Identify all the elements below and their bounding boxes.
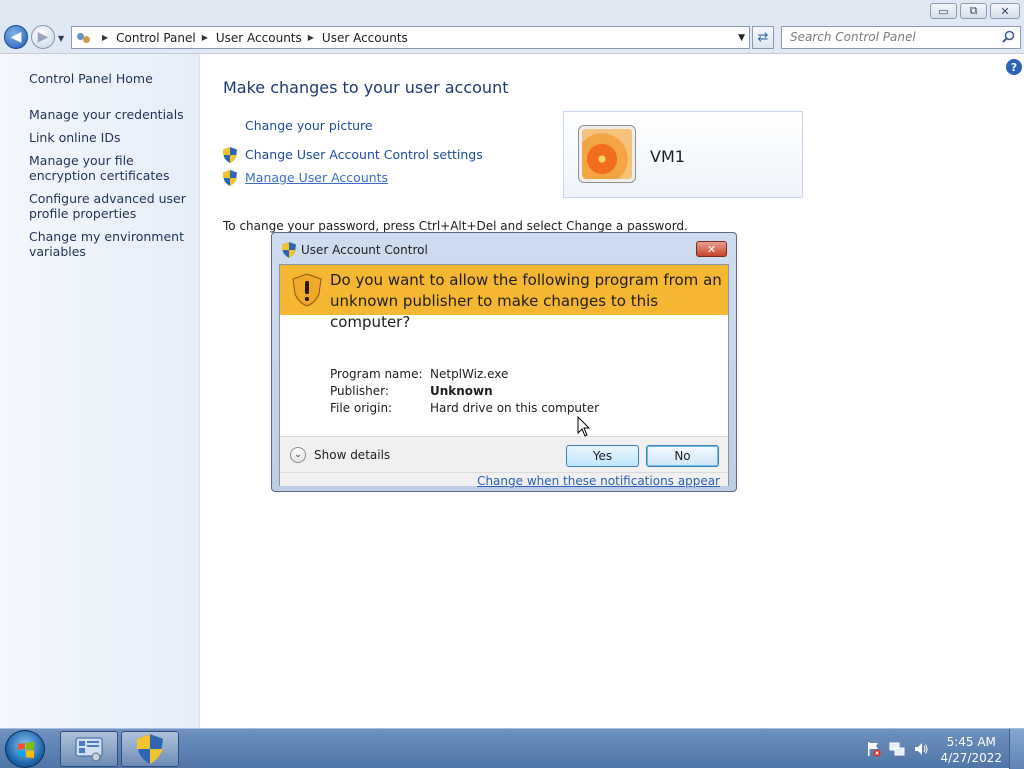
uac-shield-icon xyxy=(223,170,237,186)
back-button[interactable]: ◀ xyxy=(4,25,28,49)
refresh-button[interactable]: ⇄ xyxy=(752,26,774,49)
sidebar-item-advanced-profile-properties[interactable]: Configure advanced user profile properti… xyxy=(29,191,194,221)
detail-value: Hard drive on this computer xyxy=(430,401,600,415)
start-button[interactable] xyxy=(5,730,45,768)
detail-row: File origin: Hard drive on this computer xyxy=(330,401,599,418)
volume-icon[interactable] xyxy=(913,741,929,757)
yes-button[interactable]: Yes xyxy=(566,445,639,467)
minimize-button[interactable]: ▭ xyxy=(930,3,957,19)
detail-key: Publisher: xyxy=(330,384,389,398)
sidebar-item-manage-credentials[interactable]: Manage your credentials xyxy=(29,107,194,122)
taskbar: 5:45 AM 4/27/2022 xyxy=(0,728,1024,769)
detail-value: Unknown xyxy=(430,384,493,398)
uac-shield-icon xyxy=(223,147,237,163)
refresh-icon: ⇄ xyxy=(757,30,769,45)
program-details: Program name: NetplWiz.exe Publisher: Un… xyxy=(330,367,599,418)
arrow-right-icon: ▶ xyxy=(37,29,49,45)
uac-question: Do you want to allow the following progr… xyxy=(330,271,722,331)
search-placeholder: Search Control Panel xyxy=(790,30,916,44)
caption-buttons: ▭ ⧉ ✕ xyxy=(930,3,1020,19)
chevron-down-icon: ⌄ xyxy=(290,447,306,463)
uac-dialog: User Account Control ✕ Do you want to al… xyxy=(271,232,737,492)
uac-warning-banner: Do you want to allow the following progr… xyxy=(280,265,728,331)
sidebar-task-list: Manage your credentials Link online IDs … xyxy=(29,107,194,267)
show-desktop-button[interactable] xyxy=(1009,729,1024,769)
breadcrumb-separator-icon[interactable]: ▶ xyxy=(202,33,208,42)
close-icon: ✕ xyxy=(706,242,717,256)
sidebar-item-link-online-ids[interactable]: Link online IDs xyxy=(29,130,194,145)
detail-value: NetplWiz.exe xyxy=(430,367,509,381)
user-name: VM1 xyxy=(650,147,685,166)
sidebar-item-file-encryption-certificates[interactable]: Manage your file encryption certificates xyxy=(29,153,194,183)
address-dropdown-icon[interactable]: ▼ xyxy=(738,33,745,43)
address-bar[interactable]: ▶ Control Panel ▶ User Accounts ▶ User A… xyxy=(71,26,750,49)
taskbar-uac[interactable] xyxy=(121,731,179,767)
restore-button[interactable]: ⧉ xyxy=(960,3,987,19)
action-center-flag-icon[interactable] xyxy=(865,741,881,757)
show-details-label: Show details xyxy=(314,448,391,462)
sidebar-item-control-panel-home[interactable]: Control Panel Home xyxy=(29,71,153,86)
divider xyxy=(280,472,728,473)
detail-key: File origin: xyxy=(330,401,393,415)
detail-key: Program name: xyxy=(330,367,423,381)
breadcrumb-control-panel[interactable]: Control Panel xyxy=(116,31,196,45)
sidebar: Control Panel Home Manage your credentia… xyxy=(0,54,200,728)
breadcrumb-separator-icon[interactable]: ▶ xyxy=(102,33,108,42)
network-icon[interactable] xyxy=(889,741,905,757)
manage-user-accounts-link[interactable]: Manage User Accounts xyxy=(245,170,388,185)
uac-dialog-title: User Account Control xyxy=(301,243,428,257)
change-picture-link[interactable]: Change your picture xyxy=(245,118,373,133)
taskbar-clock[interactable]: 5:45 AM 4/27/2022 xyxy=(940,734,1002,766)
clock-time: 5:45 AM xyxy=(946,735,996,749)
user-picture xyxy=(578,125,636,183)
show-details-toggle[interactable]: ⌄ Show details xyxy=(290,447,390,463)
breadcrumb-separator-icon[interactable]: ▶ xyxy=(308,33,314,42)
sidebar-item-environment-variables[interactable]: Change my environment variables xyxy=(29,229,194,259)
taskbar-control-panel[interactable] xyxy=(60,731,118,767)
uac-footer: ⌄ Show details Yes No Change when these … xyxy=(280,436,728,488)
detail-row: Program name: NetplWiz.exe xyxy=(330,367,599,384)
uac-shield-icon xyxy=(282,242,296,258)
close-button[interactable]: ✕ xyxy=(990,3,1020,19)
uac-button-bar: ⌄ Show details Yes No xyxy=(280,437,728,473)
navigation-bar: ◀ ▶ ▼ ▶ Control Panel ▶ User Accounts ▶ … xyxy=(0,22,1024,54)
warning-shield-icon xyxy=(292,273,322,307)
forward-button[interactable]: ▶ xyxy=(31,25,55,49)
uac-shield-icon xyxy=(137,734,163,764)
help-icon[interactable]: ? xyxy=(1006,59,1022,75)
window-title-bar: ▭ ⧉ ✕ xyxy=(0,0,1024,22)
clock-date: 4/27/2022 xyxy=(940,751,1002,765)
control-panel-icon xyxy=(75,737,103,762)
change-notifications-link[interactable]: Change when these notifications appear xyxy=(477,474,720,488)
user-accounts-icon xyxy=(76,31,92,45)
change-uac-settings-link[interactable]: Change User Account Control settings xyxy=(245,147,483,162)
windows-logo-icon xyxy=(18,742,34,758)
mouse-cursor-icon xyxy=(577,416,591,437)
uac-dialog-body: Do you want to allow the following progr… xyxy=(279,264,729,488)
breadcrumb-user-accounts-current[interactable]: User Accounts xyxy=(322,31,408,45)
password-note: To change your password, press Ctrl+Alt+… xyxy=(223,219,688,233)
page-title: Make changes to your user account xyxy=(223,78,509,97)
recent-pages-dropdown[interactable]: ▼ xyxy=(58,34,64,43)
detail-row: Publisher: Unknown xyxy=(330,384,599,401)
system-tray xyxy=(865,741,929,757)
user-account-tile: VM1 xyxy=(563,111,803,198)
breadcrumb-user-accounts[interactable]: User Accounts xyxy=(216,31,302,45)
uac-close-button[interactable]: ✕ xyxy=(696,241,727,257)
search-icon[interactable] xyxy=(1002,30,1015,43)
search-input[interactable]: Search Control Panel xyxy=(781,26,1021,49)
flower-avatar-icon xyxy=(582,129,632,179)
arrow-left-icon: ◀ xyxy=(10,29,22,45)
no-button[interactable]: No xyxy=(646,445,719,467)
